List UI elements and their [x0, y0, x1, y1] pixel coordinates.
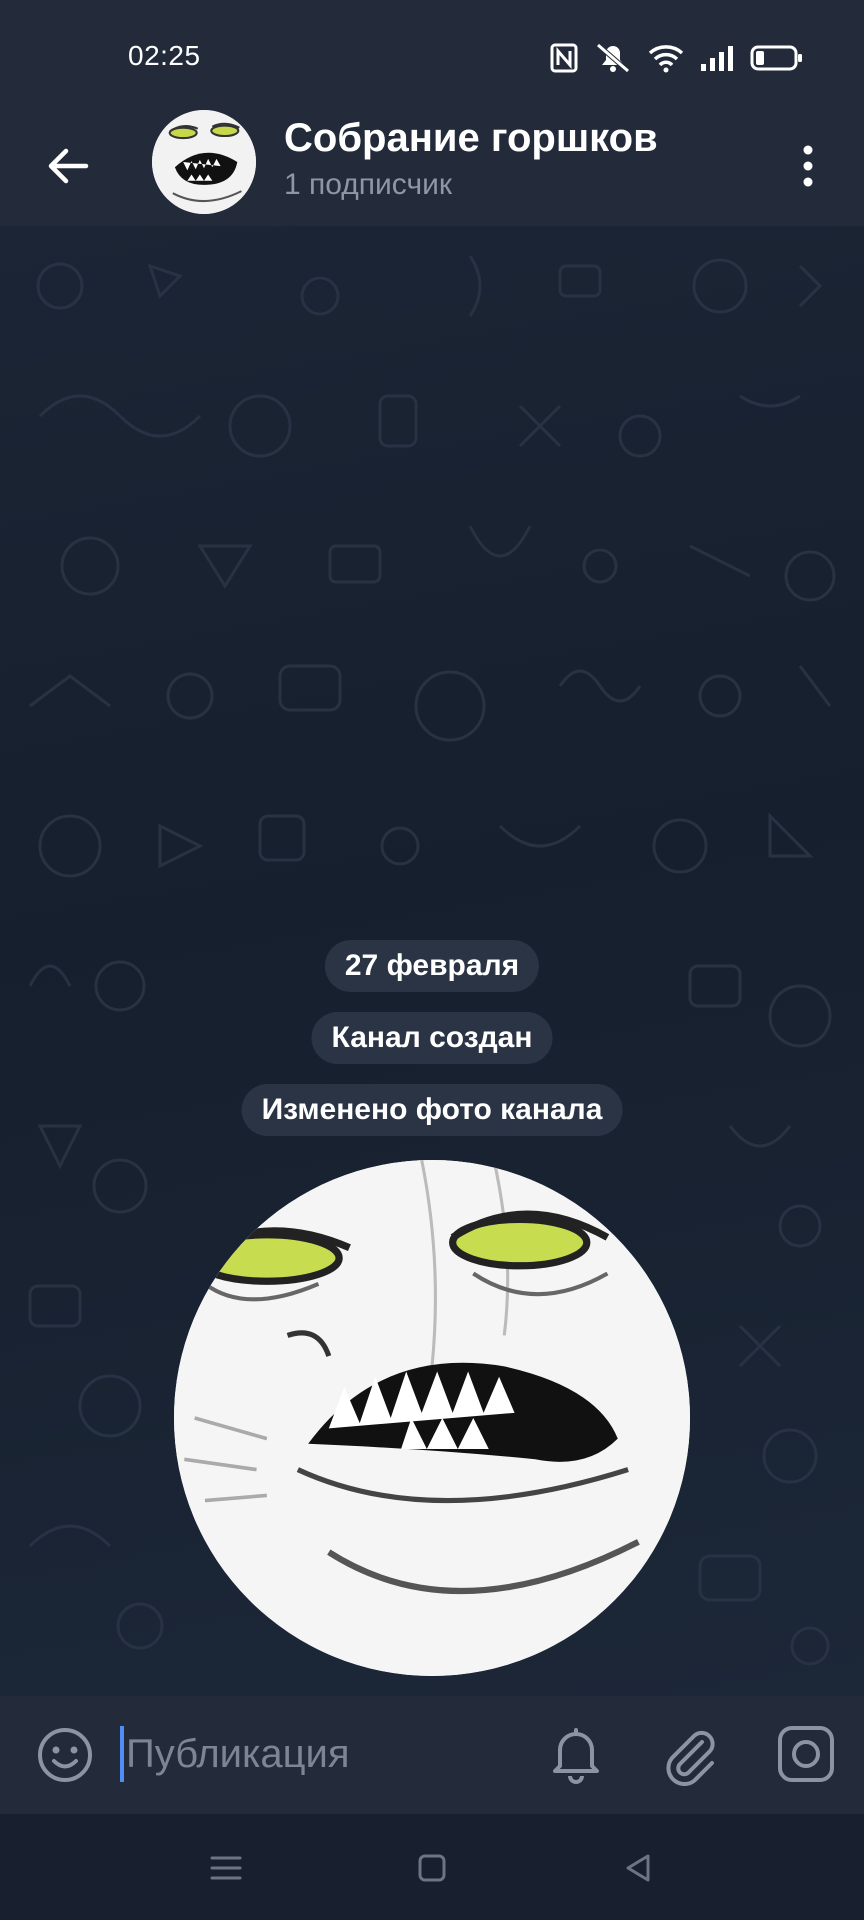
post-input[interactable]: [126, 1731, 506, 1777]
post-input-field[interactable]: [120, 1718, 520, 1790]
attach-button[interactable]: [658, 1722, 722, 1786]
status-icons: [550, 40, 804, 76]
triangle-back-icon: [626, 1854, 650, 1882]
arrow-left-icon: [48, 148, 89, 184]
nav-back-button[interactable]: [618, 1848, 658, 1888]
nfc-icon: [550, 43, 578, 73]
wifi-icon: [648, 45, 684, 73]
meme-face-image: [174, 1160, 690, 1676]
status-time: 02:25: [128, 40, 201, 71]
channel-avatar[interactable]: [152, 110, 256, 214]
chat-area[interactable]: 27 февраля Канал создан Изменено фото ка…: [0, 226, 864, 1696]
back-button[interactable]: [36, 134, 100, 198]
more-vertical-icon: [803, 145, 813, 187]
square-icon: [418, 1854, 446, 1882]
silent-broadcast-button[interactable]: [544, 1722, 608, 1786]
chat-header: Собрание горшков 1 подписчик: [0, 110, 864, 226]
date-separator: 27 февраля: [324, 940, 540, 992]
message-input-bar: [0, 1696, 864, 1814]
emoji-button[interactable]: [34, 1724, 96, 1786]
meme-face-image: [152, 110, 256, 214]
nav-home-button[interactable]: [412, 1848, 452, 1888]
system-navigation-bar: [0, 1814, 864, 1920]
paperclip-icon: [666, 1730, 715, 1786]
nav-recents-button[interactable]: [206, 1848, 246, 1888]
status-bar: 02:25: [0, 0, 864, 110]
channel-subscribers: 1 подписчик: [284, 168, 452, 201]
channel-photo-message[interactable]: [174, 1160, 690, 1676]
service-message-channel-created: Канал создан: [311, 1012, 553, 1064]
menu-lines-icon: [210, 1856, 242, 1880]
battery-icon: [750, 45, 802, 71]
camera-button[interactable]: [774, 1722, 838, 1786]
service-message-photo-changed: Изменено фото канала: [241, 1084, 623, 1136]
smile-icon: [38, 1728, 92, 1782]
instagram-camera-icon: [778, 1726, 834, 1782]
more-menu-button[interactable]: [772, 130, 844, 202]
text-caret: [120, 1726, 124, 1782]
signal-icon: [701, 46, 733, 71]
mute-icon: [596, 43, 630, 73]
channel-title[interactable]: Собрание горшков: [284, 116, 658, 161]
bell-icon: [553, 1728, 599, 1784]
